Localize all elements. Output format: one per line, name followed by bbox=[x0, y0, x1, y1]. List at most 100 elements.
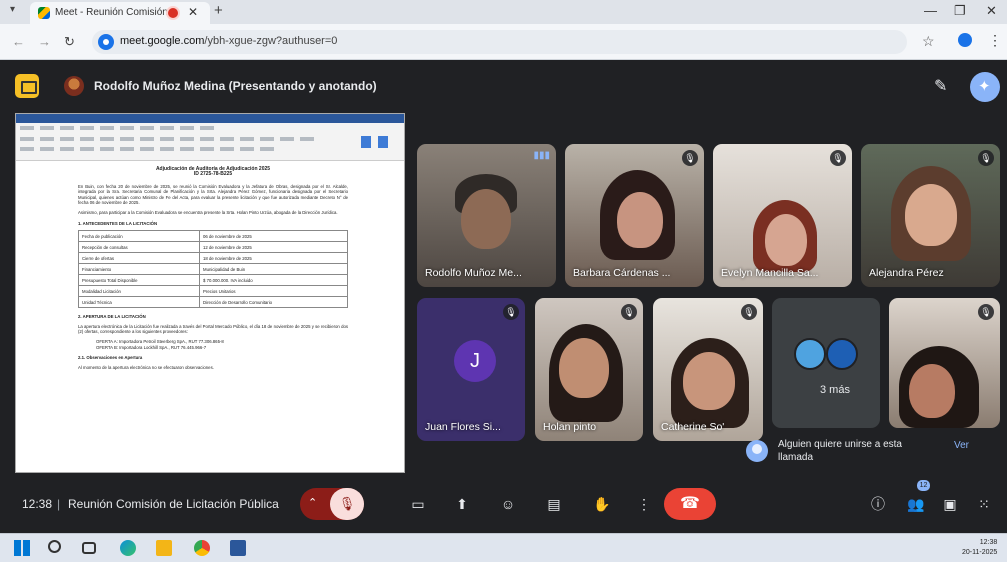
people-icon[interactable]: 👥 bbox=[900, 488, 932, 520]
present-icon[interactable]: ⬆ bbox=[446, 488, 478, 520]
meet-stage: Rodolfo Muñoz Medina (Presentando y anot… bbox=[0, 60, 1007, 533]
table-row: Unidad Técnica Dirección de Desarrollo Co… bbox=[77, 296, 348, 309]
ribbon-dictate-icon bbox=[361, 136, 371, 148]
ribbon-editor-icon bbox=[378, 136, 388, 148]
join-request-notification: Alguien quiere unirse a esta llamada Ver bbox=[738, 432, 1000, 472]
meeting-clock: 12:38 bbox=[22, 497, 53, 511]
participant-video bbox=[905, 184, 957, 246]
mic-off-icon[interactable]: 🎙 bbox=[330, 488, 364, 520]
participant-tile[interactable]: 🎙 bbox=[889, 298, 1000, 428]
participant-tile[interactable]: ▮▮▮ Rodolfo Muñoz Me... bbox=[417, 144, 556, 287]
mic-options-chevron-icon[interactable]: ⌃ bbox=[308, 496, 317, 509]
word-ribbon bbox=[16, 123, 404, 161]
presenter-avatar bbox=[64, 76, 84, 96]
ribbon-tools-row bbox=[20, 137, 320, 141]
doc-paragraph: En Buin, con fecha 20 de noviembre de 20… bbox=[78, 183, 348, 206]
bookmark-star-icon[interactable]: ☆ bbox=[922, 33, 935, 50]
participant-video bbox=[765, 214, 807, 266]
present-to-all-icon bbox=[15, 74, 39, 98]
doc-section-heading: 2. APERTURA DE LA LICITACIÓN bbox=[78, 314, 146, 320]
address-bar[interactable]: meet.google.com/ybh-xgue-zgw?authuser=0 bbox=[92, 30, 907, 54]
person-add-icon bbox=[746, 440, 768, 462]
task-view-icon[interactable] bbox=[82, 542, 96, 554]
shared-screen-document: Adjudicación de Auditoría de Adjudicació… bbox=[15, 113, 405, 473]
view-join-request-button[interactable]: Ver bbox=[954, 440, 969, 451]
doc-section-heading: 1. ANTECEDENTES DE LA LICITACIÓN bbox=[78, 220, 158, 226]
forward-icon[interactable]: → bbox=[38, 34, 51, 49]
participant-tile[interactable]: 🎙 Holan pinto bbox=[535, 298, 643, 441]
mic-control: ⌃ 🎙 bbox=[300, 488, 364, 520]
more-participants-tile[interactable]: 3 más bbox=[772, 298, 880, 428]
mic-off-icon: 🎙 bbox=[830, 150, 846, 166]
participant-name: Juan Flores Si... bbox=[425, 421, 501, 433]
chat-icon[interactable]: ▣ bbox=[934, 488, 966, 520]
browser-menu-icon[interactable]: ⋮ bbox=[988, 32, 1002, 49]
participant-name: Holan pinto bbox=[543, 421, 597, 433]
participant-video bbox=[559, 338, 609, 398]
participant-tile[interactable]: 🎙 Catherine So' bbox=[653, 298, 763, 441]
table-row: Presupuesto Total Disponible $ 70.000.000… bbox=[77, 274, 348, 287]
participant-avatar bbox=[794, 338, 826, 370]
divider: | bbox=[57, 497, 61, 511]
mic-off-icon: 🎙 bbox=[978, 304, 994, 320]
site-info-icon[interactable] bbox=[98, 34, 114, 50]
profile-avatar[interactable] bbox=[958, 33, 972, 47]
doc-table: Fecha de publicación 06 de noviembre de 2… bbox=[77, 230, 348, 309]
ribbon-tools-row bbox=[20, 147, 280, 151]
edge-icon[interactable] bbox=[120, 540, 136, 556]
more-vert-icon[interactable]: ⋮ bbox=[628, 488, 660, 520]
participant-video bbox=[909, 364, 955, 418]
back-icon[interactable]: ← bbox=[12, 34, 25, 49]
emoji-icon[interactable]: ☺ bbox=[492, 488, 524, 520]
file-explorer-icon[interactable] bbox=[156, 540, 172, 556]
table-row: Fecha de publicación 06 de noviembre de 2… bbox=[77, 230, 348, 243]
pen-icon[interactable]: ✎ bbox=[934, 76, 947, 96]
info-icon[interactable]: ⓘ bbox=[862, 488, 894, 520]
browser-tab[interactable]: Meet - Reunión Comisión ✕ bbox=[30, 2, 210, 24]
tab-title: Meet - Reunión Comisión bbox=[55, 7, 168, 18]
restore-icon[interactable]: ❐ bbox=[954, 3, 966, 19]
join-request-text: Alguien quiere unirse a esta llamada bbox=[778, 439, 902, 463]
participant-avatar bbox=[826, 338, 858, 370]
table-row: Financiamiento Municipalidad de Buin bbox=[77, 263, 348, 276]
participant-name: Catherine So' bbox=[661, 421, 725, 433]
camera-icon[interactable]: ▭ bbox=[402, 488, 434, 520]
taskbar-clock[interactable]: 12:38 20-11-2025 bbox=[962, 538, 997, 558]
windows-start-icon[interactable] bbox=[14, 540, 30, 556]
screen: ▾ Meet - Reunión Comisión ✕ + — ❐ ✕ ← → … bbox=[0, 0, 1007, 562]
close-window-icon[interactable]: ✕ bbox=[986, 3, 997, 19]
taskbar-time: 12:38 bbox=[979, 539, 998, 546]
chrome-icon[interactable] bbox=[194, 540, 210, 556]
participant-tile[interactable]: J 🎙 Juan Flores Si... bbox=[417, 298, 525, 441]
presenter-label: Rodolfo Muñoz Medina (Presentando y anot… bbox=[94, 79, 377, 93]
participant-name: Evelyn Mancilla Sa... bbox=[721, 267, 819, 279]
mic-off-icon: 🎙 bbox=[978, 150, 994, 166]
more-participants-label: 3 más bbox=[820, 384, 850, 396]
speaking-indicator-icon: ▮▮▮ bbox=[533, 150, 550, 161]
participant-video bbox=[617, 192, 663, 248]
reload-icon[interactable]: ↻ bbox=[64, 34, 75, 50]
doc-id: ID 2725-78-B225 bbox=[193, 171, 233, 178]
close-tab-icon[interactable]: ✕ bbox=[188, 5, 198, 19]
tab-list-icon[interactable]: ▾ bbox=[10, 4, 15, 15]
participant-tile[interactable]: 🎙 Evelyn Mancilla Sa... bbox=[713, 144, 852, 287]
ribbon-tabs bbox=[20, 126, 220, 130]
captions-icon[interactable]: ▤ bbox=[538, 488, 570, 520]
participant-name: Alejandra Pérez bbox=[869, 267, 944, 279]
taskbar-date: 20-11-2025 bbox=[962, 549, 998, 556]
participant-tile[interactable]: 🎙 Barbara Cárdenas ... bbox=[565, 144, 704, 287]
participant-count-badge: 12 bbox=[917, 480, 930, 491]
raise-hand-icon[interactable]: ✋ bbox=[586, 488, 618, 520]
table-row: Cierre de ofertas 18 de noviembre de 2025 bbox=[77, 252, 348, 265]
apps-icon[interactable]: ⁙ bbox=[968, 488, 1000, 520]
word-icon[interactable] bbox=[230, 540, 246, 556]
doc-section-heading: 2.1. Observaciones en Apertura bbox=[78, 355, 143, 361]
mic-off-icon: 🎙 bbox=[503, 304, 519, 320]
minimize-icon[interactable]: — bbox=[924, 3, 937, 18]
search-icon[interactable] bbox=[48, 540, 61, 553]
sparkle-icon[interactable] bbox=[970, 72, 1000, 102]
document-page: Adjudicación de Auditoría de Adjudicació… bbox=[68, 161, 358, 472]
end-call-icon[interactable]: ☎ bbox=[664, 488, 716, 520]
participant-tile[interactable]: 🎙 Alejandra Pérez bbox=[861, 144, 1000, 287]
new-tab-icon[interactable]: + bbox=[214, 2, 223, 19]
